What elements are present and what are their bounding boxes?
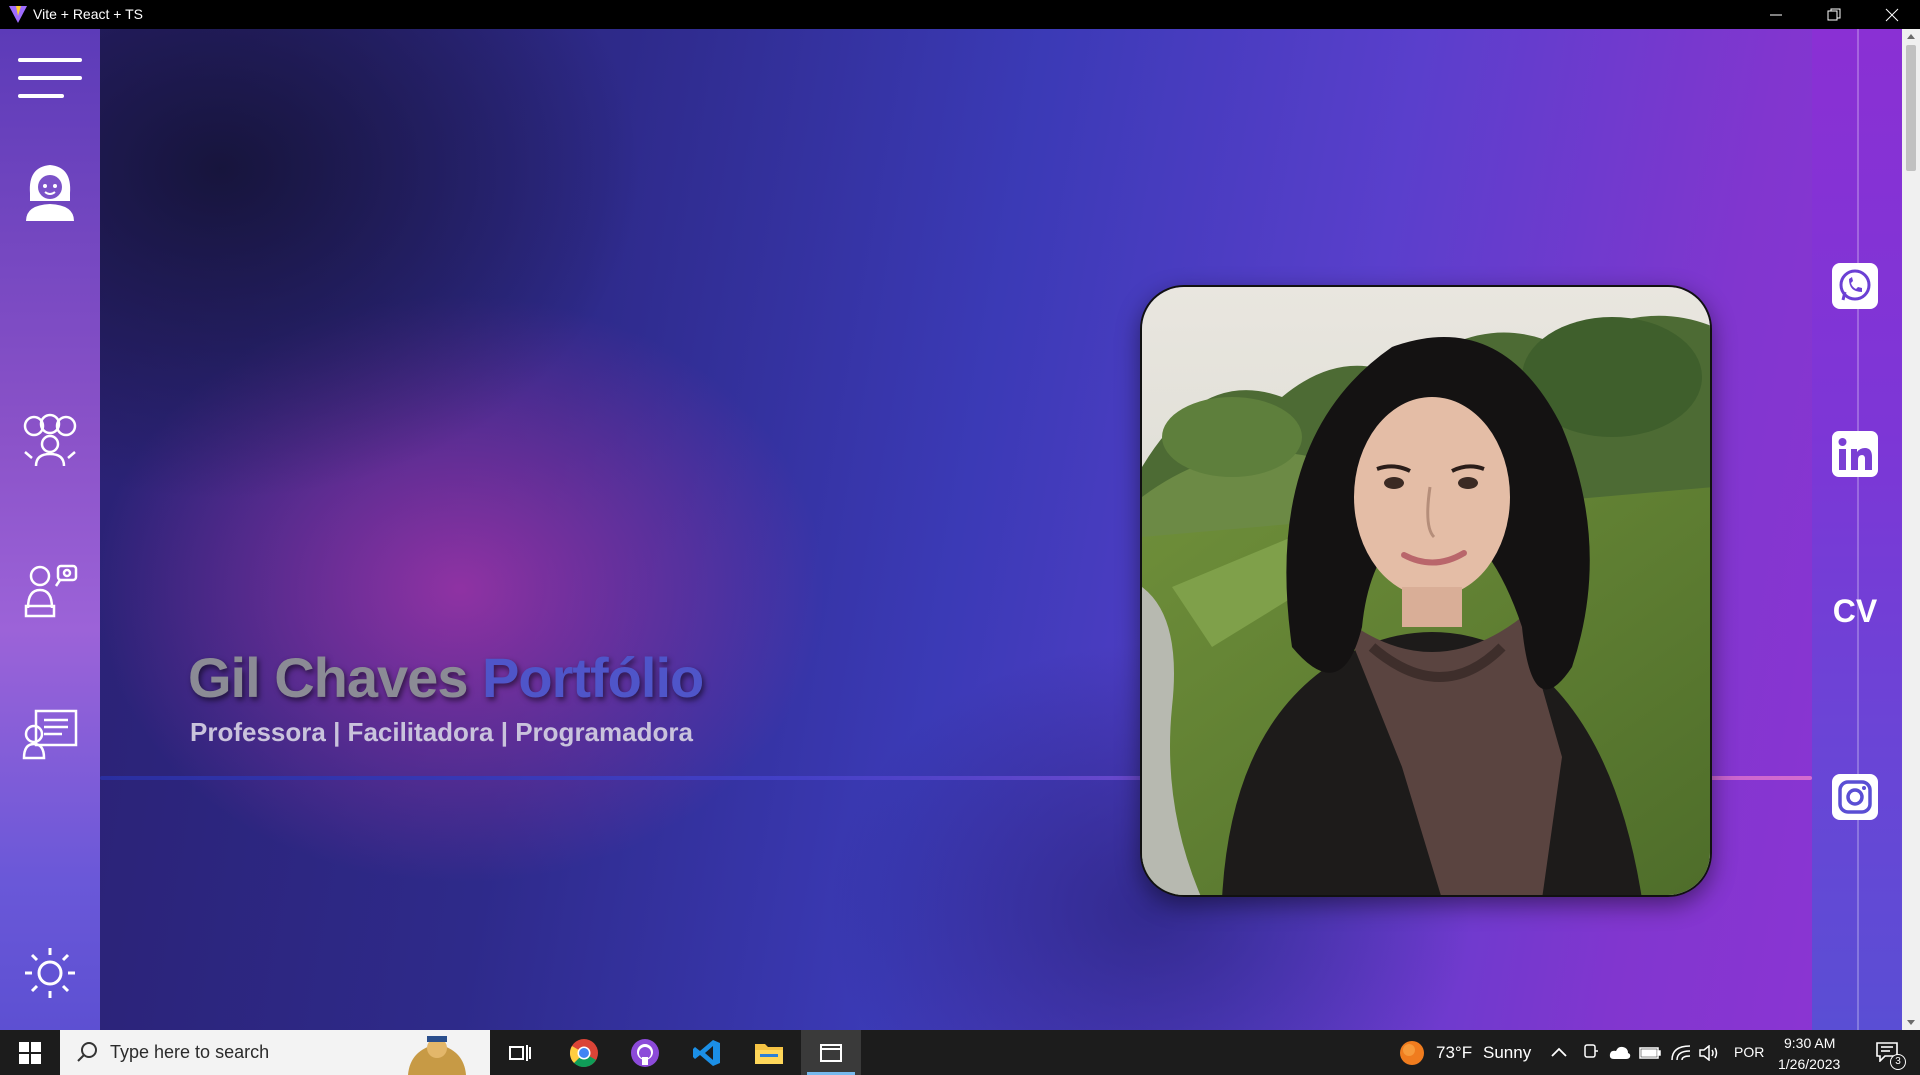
window-app-icon (820, 1043, 842, 1062)
sidebar-item-team[interactable] (18, 408, 82, 472)
title-name: Gil Chaves (188, 646, 483, 709)
folder-icon (755, 1043, 783, 1064)
weather-condition[interactable]: Sunny (1483, 1043, 1531, 1063)
close-icon (1885, 8, 1899, 22)
instagram-icon (1832, 774, 1878, 820)
windows-taskbar: Type here to search 73°F Sunny POR 9:30 … (0, 1030, 1920, 1075)
task-view-button[interactable] (490, 1030, 550, 1075)
page-subtitle: Professora | Facilitadora | Programadora (190, 717, 693, 747)
taskbar-github-desktop[interactable] (615, 1030, 675, 1075)
weather-temperature[interactable]: 73°F (1436, 1043, 1472, 1063)
search-icon (77, 1042, 97, 1062)
clock-time[interactable]: 9:30 AM (1784, 1035, 1835, 1051)
volume-icon[interactable] (1699, 1045, 1719, 1061)
weather-sun-icon (1400, 1041, 1424, 1065)
scroll-up-arrow-icon[interactable] (1907, 34, 1915, 39)
vite-logo-icon (9, 6, 27, 23)
notification-count-badge: 3 (1890, 1054, 1906, 1070)
hamburger-menu-icon (18, 58, 82, 98)
whatsapp-icon (1832, 263, 1878, 309)
vertical-scrollbar[interactable] (1902, 29, 1920, 1030)
taskbar-file-explorer[interactable] (739, 1030, 799, 1075)
taskbar-vscode[interactable] (677, 1030, 737, 1075)
scrollbar-thumb[interactable] (1906, 45, 1916, 171)
start-button[interactable] (0, 1030, 60, 1075)
whatsapp-link[interactable] (1830, 261, 1880, 311)
search-highlight-icon (408, 1036, 466, 1075)
clock-date[interactable]: 1/26/2023 (1778, 1056, 1840, 1072)
sidebar-item-about[interactable] (18, 160, 82, 224)
linkedin-link[interactable] (1830, 429, 1880, 479)
profile-photo (1140, 285, 1712, 897)
scroll-down-arrow-icon[interactable] (1907, 1020, 1915, 1025)
window-titlebar: Vite + React + TS (0, 0, 1920, 29)
chevron-up-icon[interactable] (1551, 1047, 1567, 1057)
input-language[interactable]: POR (1734, 1044, 1764, 1060)
theme-toggle-button[interactable] (18, 941, 82, 1005)
search-placeholder: Type here to search (110, 1042, 270, 1062)
restore-button[interactable] (1806, 0, 1862, 29)
presentation-board-icon (22, 709, 78, 760)
window-title: Vite + React + TS (33, 6, 143, 22)
chrome-icon (570, 1038, 598, 1067)
wifi-icon[interactable] (1671, 1045, 1691, 1061)
close-button[interactable] (1864, 0, 1920, 29)
taskbar-search-box[interactable]: Type here to search (60, 1030, 490, 1075)
sidebar-menu-button[interactable] (18, 46, 82, 110)
battery-icon[interactable] (1639, 1046, 1661, 1060)
title-accent: Portfólio (482, 646, 704, 709)
sun-icon (25, 948, 75, 998)
page-viewport: Gil Chaves Portfólio Professora | Facili… (0, 29, 1920, 1030)
teacher-at-desk-icon (24, 564, 78, 618)
vscode-icon (693, 1039, 720, 1066)
onedrive-cloud-icon[interactable] (1609, 1046, 1631, 1060)
page-title: Gil Chaves Portfólio (188, 645, 704, 710)
minimize-button[interactable] (1748, 0, 1804, 29)
linkedin-icon (1832, 431, 1878, 477)
meet-now-icon[interactable] (1583, 1043, 1599, 1061)
rail-line (1857, 29, 1859, 1030)
windows-logo-icon (19, 1042, 41, 1064)
sidebar-item-projects[interactable] (18, 702, 82, 766)
notification-center-button[interactable]: 3 (1866, 1030, 1920, 1075)
task-view-icon (509, 1044, 531, 1061)
taskbar-active-window[interactable] (801, 1030, 861, 1075)
github-icon (631, 1038, 659, 1067)
person-avatar-icon (26, 165, 74, 221)
group-people-icon (23, 413, 77, 467)
minimize-icon (1770, 14, 1782, 16)
sidebar-nav (0, 29, 100, 1030)
cv-download-link[interactable]: CV (1822, 589, 1888, 633)
instagram-link[interactable] (1830, 772, 1880, 822)
sidebar-item-teaching[interactable] (18, 558, 82, 622)
taskbar-chrome[interactable] (554, 1030, 614, 1075)
restore-icon (1827, 8, 1841, 21)
